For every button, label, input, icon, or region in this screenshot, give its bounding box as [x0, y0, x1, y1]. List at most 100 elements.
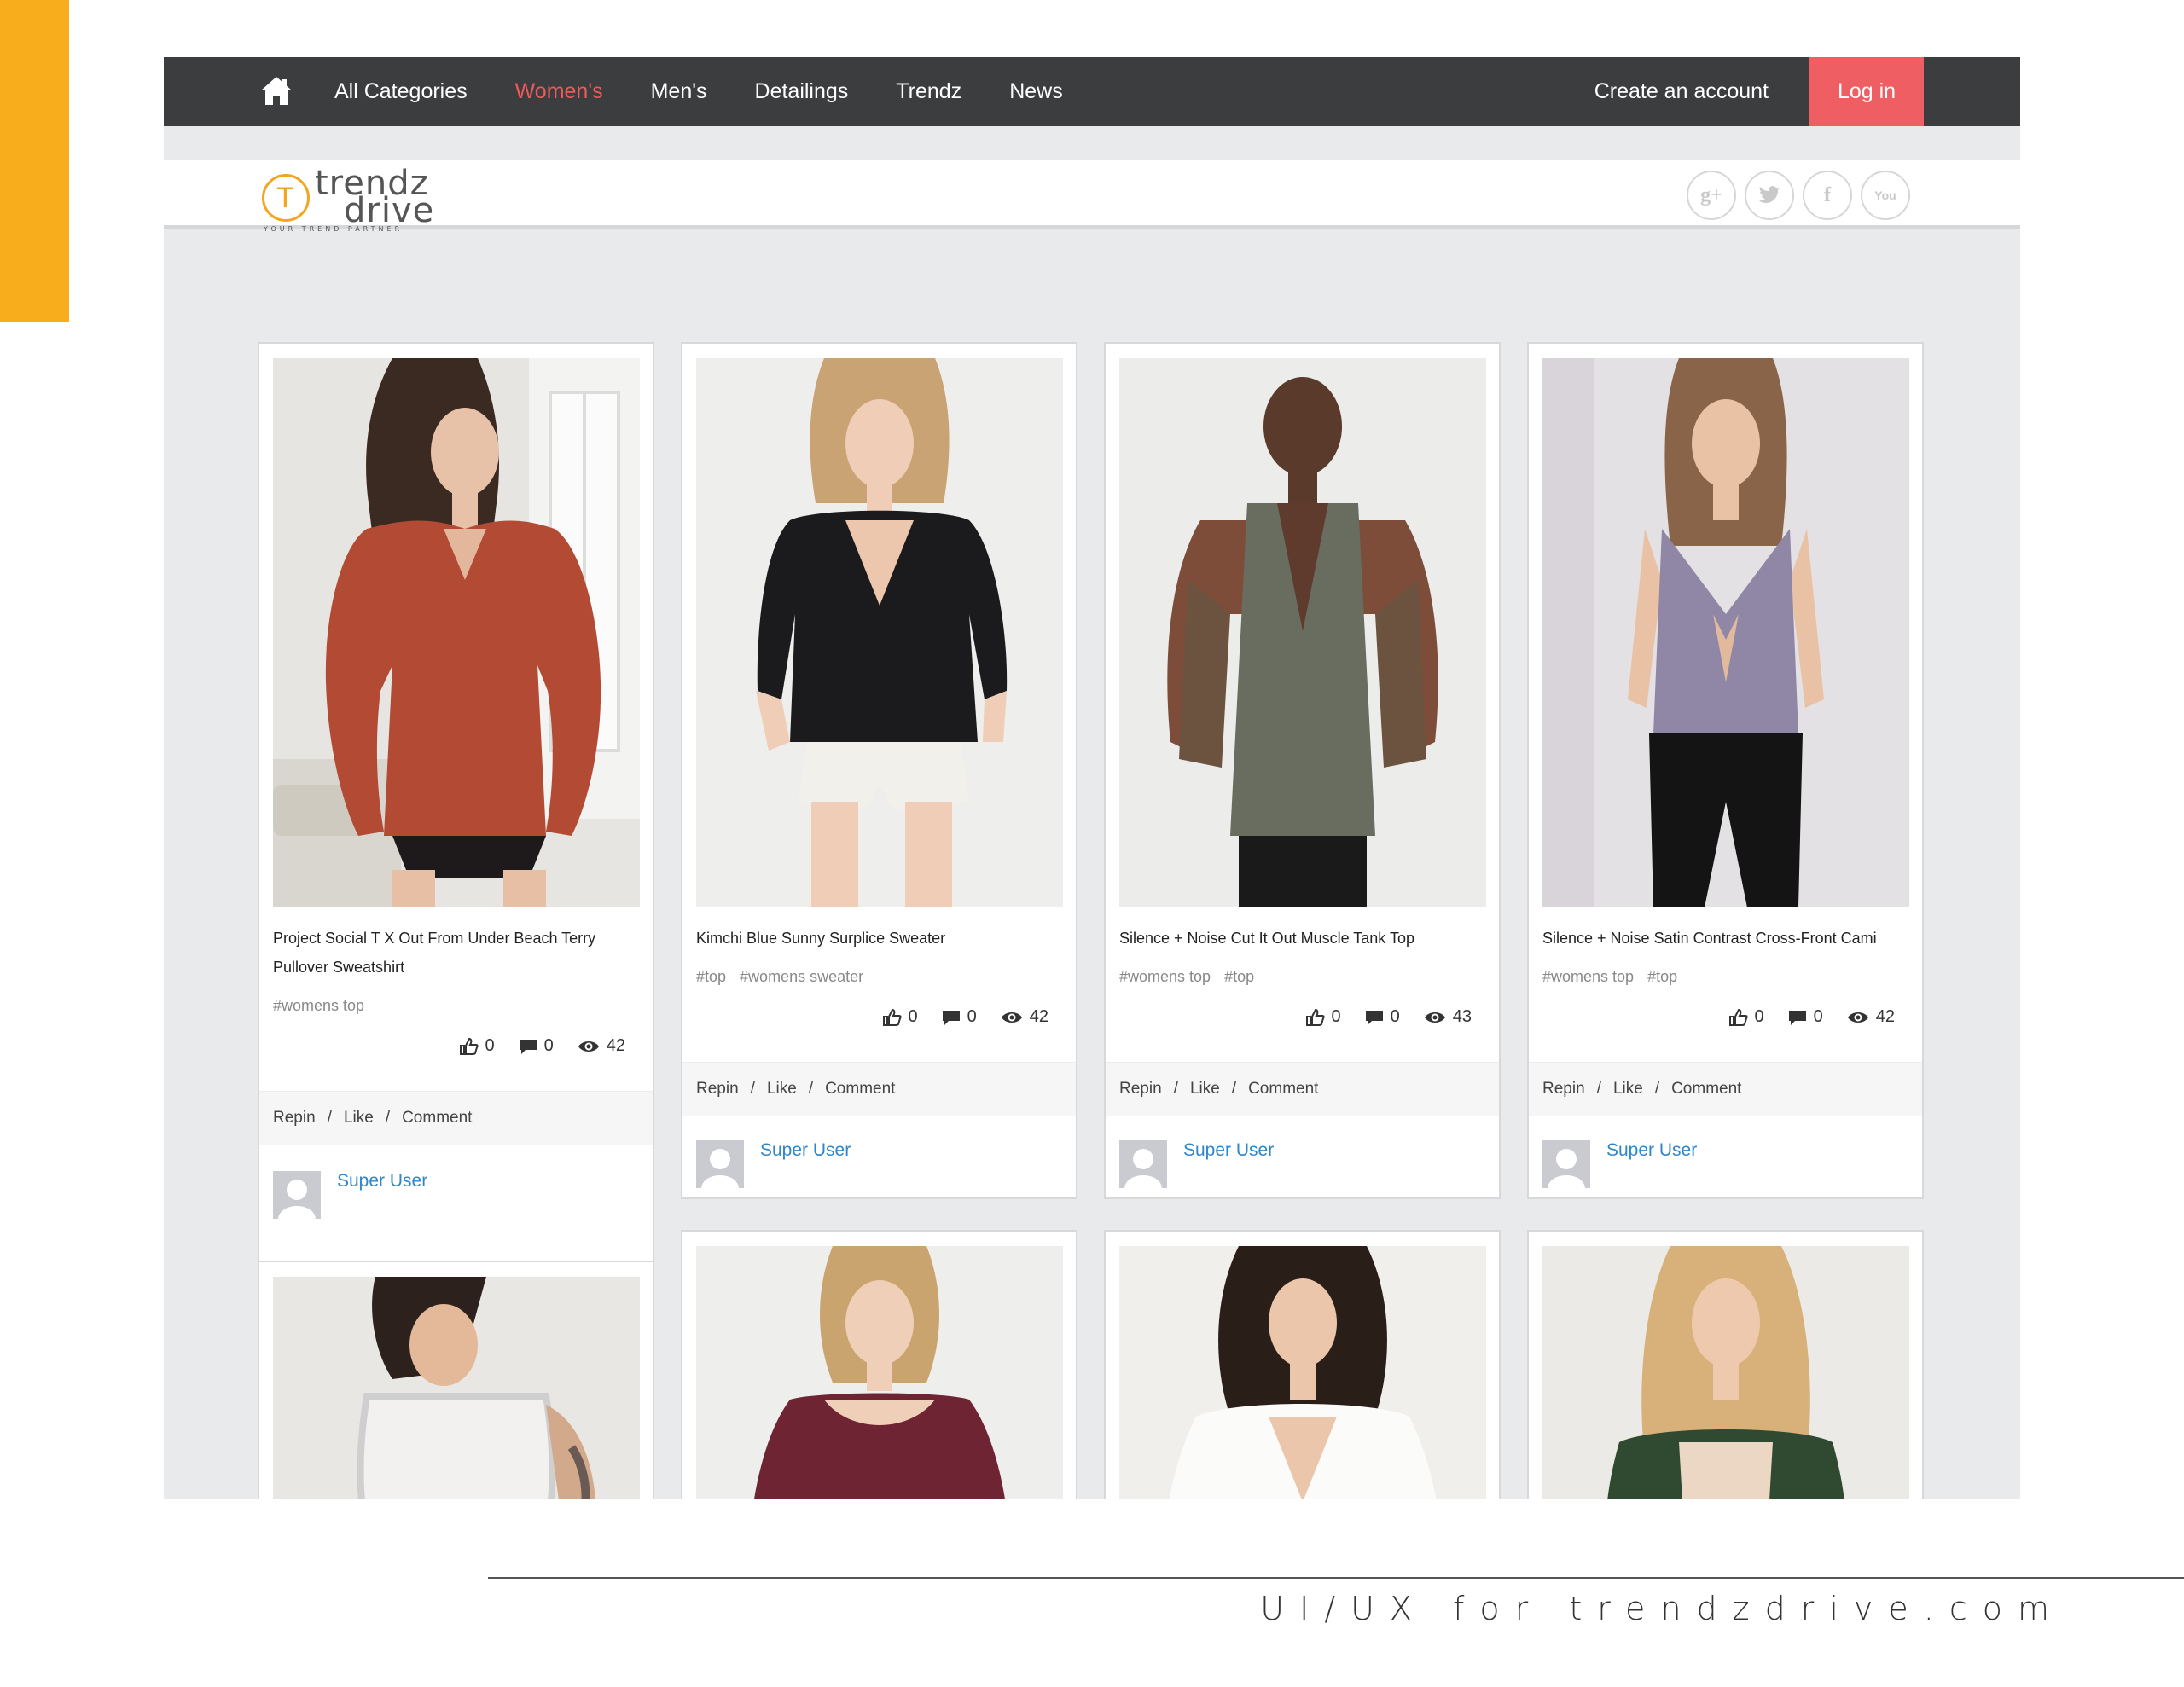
views-count: 42 [606, 1036, 625, 1055]
product-photo-black-sweater[interactable] [696, 358, 1063, 907]
product-photo-red-sweatshirt[interactable] [273, 358, 640, 907]
nav-menu: All Categories Women's Men's Detailings … [334, 57, 1111, 126]
comments-stat[interactable]: 0 [1788, 1007, 1823, 1027]
tag[interactable]: #top [1224, 968, 1254, 986]
comment-link[interactable]: Comment [825, 1080, 895, 1099]
author-name[interactable]: Super User [1606, 1140, 1697, 1161]
avatar[interactable] [696, 1140, 744, 1188]
views-count: 42 [1029, 1007, 1048, 1026]
like-link[interactable]: Like [767, 1080, 797, 1099]
nav-womens[interactable]: Women's [515, 79, 603, 104]
product-card[interactable]: Silence + Noise Cut It Out Muscle Tank T… [1104, 342, 1501, 1199]
likes-stat[interactable]: 0 [882, 1007, 918, 1027]
tag[interactable]: #womens sweater [740, 968, 863, 986]
logo-tagline: YOUR TREND PARTNER [264, 225, 404, 233]
website-screenshot: All Categories Women's Men's Detailings … [164, 57, 2020, 1499]
product-card[interactable] [1527, 1230, 1924, 1499]
tag[interactable]: #womens top [1542, 968, 1634, 986]
tag[interactable]: #top [1647, 968, 1677, 986]
trendzdrive-logo[interactable]: T trendz drive YOUR TREND PARTNER [262, 164, 433, 233]
author-name[interactable]: Super User [337, 1171, 427, 1191]
product-stats: 0 0 42 [1705, 1007, 1895, 1027]
product-title[interactable]: Silence + Noise Satin Contrast Cross-Fro… [1542, 924, 1901, 953]
product-stats: 0 0 42 [859, 1007, 1048, 1027]
repin-link[interactable]: Repin [273, 1109, 316, 1128]
repin-link[interactable]: Repin [1119, 1080, 1162, 1099]
comments-stat[interactable]: 0 [942, 1007, 977, 1027]
home-icon[interactable] [258, 72, 295, 110]
comment-icon [519, 1039, 537, 1054]
product-photo-green-cardigan[interactable] [1542, 1246, 1909, 1499]
product-stats: 0 0 42 [436, 1036, 625, 1056]
accent-bar [0, 0, 69, 322]
comments-stat[interactable]: 0 [519, 1036, 554, 1056]
views-stat: 43 [1424, 1007, 1472, 1027]
card-actions: Repin / Like / Comment [1106, 1062, 1499, 1116]
product-photo-satin-cami[interactable] [1542, 358, 1909, 907]
product-title[interactable]: Silence + Noise Cut It Out Muscle Tank T… [1119, 924, 1478, 953]
like-link[interactable]: Like [1613, 1080, 1643, 1099]
separator: / [1596, 1080, 1601, 1098]
create-account-link[interactable]: Create an account [1594, 57, 1769, 126]
comment-link[interactable]: Comment [1671, 1080, 1741, 1099]
avatar[interactable] [273, 1171, 321, 1219]
product-title[interactable]: Kimchi Blue Sunny Surplice Sweater [696, 924, 1054, 953]
repin-link[interactable]: Repin [696, 1080, 739, 1099]
views-stat: 42 [578, 1036, 625, 1056]
nav-trendz[interactable]: Trendz [896, 79, 961, 104]
nav-mens[interactable]: Men's [651, 79, 707, 104]
views-stat: 42 [1847, 1007, 1895, 1027]
product-tags: #top #womens sweater [696, 968, 877, 986]
like-link[interactable]: Like [344, 1109, 374, 1128]
comments-stat[interactable]: 0 [1365, 1007, 1400, 1027]
product-card[interactable]: Silence + Noise Satin Contrast Cross-Fro… [1527, 342, 1924, 1199]
author-name[interactable]: Super User [1183, 1140, 1274, 1161]
footer-rule [488, 1577, 2184, 1579]
views-stat: 42 [1001, 1007, 1048, 1027]
card-actions: Repin / Like / Comment [259, 1091, 653, 1145]
likes-stat[interactable]: 0 [459, 1036, 495, 1056]
tag[interactable]: #womens top [1119, 968, 1211, 986]
product-title[interactable]: Project Social T X Out From Under Beach … [273, 924, 631, 982]
thumbs-up-icon [459, 1037, 479, 1055]
product-photo-burgundy-top[interactable] [696, 1246, 1063, 1499]
tag[interactable]: #top [696, 968, 726, 986]
author-name[interactable]: Super User [760, 1140, 851, 1161]
comments-count: 0 [543, 1036, 554, 1055]
card-author: Super User [1542, 1128, 1901, 1188]
product-card[interactable] [1104, 1230, 1501, 1499]
logo-letter: T [276, 182, 294, 214]
separator: / [750, 1080, 755, 1098]
product-card[interactable]: Kimchi Blue Sunny Surplice Sweater #top … [681, 342, 1077, 1199]
product-card[interactable]: Project Social T X Out From Under Beach … [258, 342, 654, 1284]
product-photo-muscle-tank[interactable] [1119, 358, 1486, 907]
avatar[interactable] [1119, 1140, 1167, 1188]
tag[interactable]: #womens top [273, 997, 364, 1015]
likes-stat[interactable]: 0 [1305, 1007, 1341, 1027]
product-photo-white-tank[interactable] [273, 1277, 640, 1499]
product-tags: #womens top [273, 997, 378, 1015]
like-link[interactable]: Like [1190, 1080, 1220, 1099]
separator: / [1231, 1080, 1237, 1098]
card-author: Super User [1119, 1128, 1478, 1188]
nav-news[interactable]: News [1009, 79, 1063, 104]
product-photo-white-blouse[interactable] [1119, 1246, 1486, 1499]
twitter-icon[interactable] [1745, 171, 1794, 220]
repin-link[interactable]: Repin [1542, 1080, 1585, 1099]
nav-all-categories[interactable]: All Categories [334, 79, 468, 104]
comment-link[interactable]: Comment [402, 1109, 472, 1128]
likes-count: 0 [485, 1036, 495, 1055]
product-card[interactable] [681, 1230, 1077, 1499]
comment-link[interactable]: Comment [1248, 1080, 1318, 1099]
avatar[interactable] [1542, 1140, 1590, 1188]
eye-icon [1424, 1012, 1445, 1023]
facebook-icon[interactable]: f [1803, 171, 1852, 220]
product-card[interactable] [258, 1261, 654, 1499]
social-links: g+ f You [1687, 171, 1919, 220]
nav-detailings[interactable]: Detailings [755, 79, 849, 104]
google-plus-icon[interactable]: g+ [1687, 171, 1736, 220]
separator: / [1654, 1080, 1660, 1098]
login-button[interactable]: Log in [1809, 57, 1924, 126]
likes-stat[interactable]: 0 [1728, 1007, 1764, 1027]
youtube-icon[interactable]: You [1861, 171, 1910, 220]
